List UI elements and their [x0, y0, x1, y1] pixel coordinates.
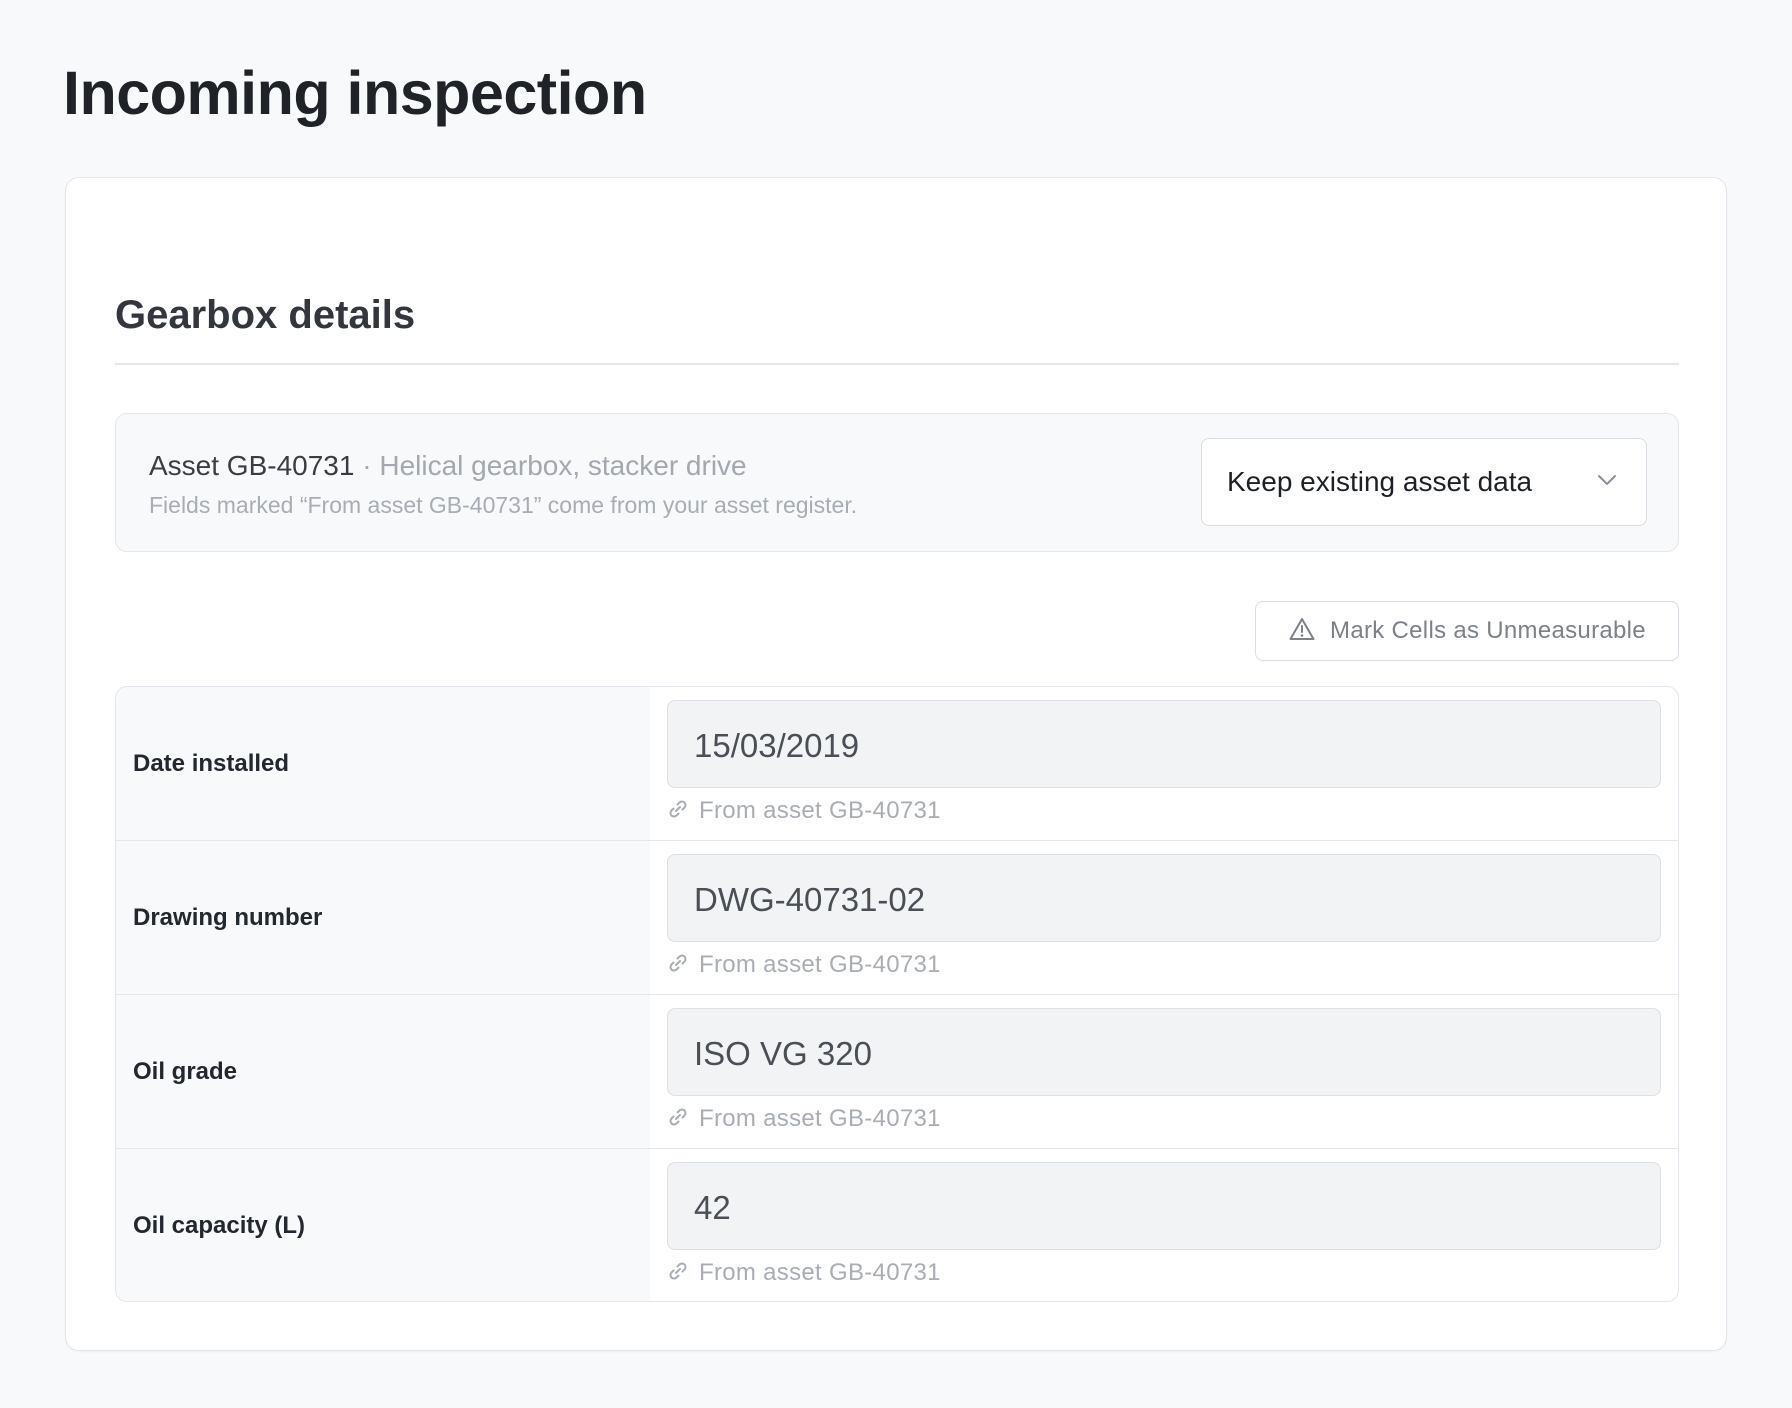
asset-id: Asset GB-40731 — [149, 450, 355, 481]
table-row: Date installed 15/03/2019 From asset GB-… — [116, 687, 1678, 841]
mark-unmeasurable-label: Mark Cells as Unmeasurable — [1330, 617, 1646, 644]
mark-unmeasurable-button[interactable]: Mark Cells as Unmeasurable — [1255, 601, 1679, 661]
row-label-cell: Date installed — [116, 687, 650, 840]
warning-triangle-icon — [1288, 616, 1316, 647]
row-label-cell: Drawing number — [116, 841, 650, 994]
field-value: 15/03/2019 — [694, 727, 860, 764]
asset-separator: · — [354, 450, 380, 481]
field-source: From asset GB-40731 — [667, 797, 941, 825]
row-label: Oil capacity (L) — [133, 1212, 306, 1239]
asset-data-mode-value: Keep existing asset data — [1227, 466, 1533, 497]
source-text: From asset GB-40731 — [699, 1105, 941, 1132]
asset-info-panel: Asset GB-40731 · Helical gearbox, stacke… — [115, 413, 1679, 552]
field-value: 42 — [694, 1189, 731, 1226]
row-label-cell: Oil grade — [116, 995, 650, 1148]
chevron-down-icon — [1596, 469, 1618, 496]
asset-note: Fields marked “From asset GB-40731” come… — [149, 492, 858, 518]
inspection-card: Gearbox details Asset GB-40731 · Helical… — [65, 177, 1727, 1351]
field-source: From asset GB-40731 — [667, 1105, 941, 1133]
field-source: From asset GB-40731 — [667, 951, 941, 979]
link-icon — [667, 1260, 689, 1287]
asset-data-mode-select[interactable]: Keep existing asset data — [1201, 438, 1647, 526]
link-icon — [667, 952, 689, 979]
source-text: From asset GB-40731 — [699, 797, 941, 824]
oil-capacity-field[interactable]: 42 — [667, 1162, 1661, 1250]
field-source: From asset GB-40731 — [667, 1259, 941, 1287]
details-grid: Date installed 15/03/2019 From asset GB-… — [115, 686, 1679, 1302]
table-row: Oil capacity (L) 42 From asset GB-40731 — [116, 1149, 1678, 1301]
drawing-number-field[interactable]: DWG-40731-02 — [667, 854, 1661, 942]
row-label: Oil grade — [133, 1058, 238, 1085]
row-label: Date installed — [133, 750, 290, 777]
asset-description: Helical gearbox, stacker drive — [379, 450, 747, 481]
row-label: Drawing number — [133, 904, 323, 931]
date-installed-field[interactable]: 15/03/2019 — [667, 700, 1661, 788]
table-row: Oil grade ISO VG 320 From asset GB-40731 — [116, 995, 1678, 1149]
table-row: Drawing number DWG-40731-02 From asset G… — [116, 841, 1678, 995]
page-title: Incoming inspection — [63, 59, 647, 127]
section-divider — [115, 363, 1679, 365]
asset-heading: Asset GB-40731 · Helical gearbox, stacke… — [149, 450, 747, 482]
row-label-cell: Oil capacity (L) — [116, 1149, 650, 1301]
link-icon — [667, 1106, 689, 1133]
field-value: ISO VG 320 — [694, 1035, 872, 1072]
link-icon — [667, 798, 689, 825]
field-value: DWG-40731-02 — [694, 881, 926, 918]
source-text: From asset GB-40731 — [699, 951, 941, 978]
oil-grade-field[interactable]: ISO VG 320 — [667, 1008, 1661, 1096]
source-text: From asset GB-40731 — [699, 1259, 941, 1286]
section-title: Gearbox details — [115, 293, 416, 337]
